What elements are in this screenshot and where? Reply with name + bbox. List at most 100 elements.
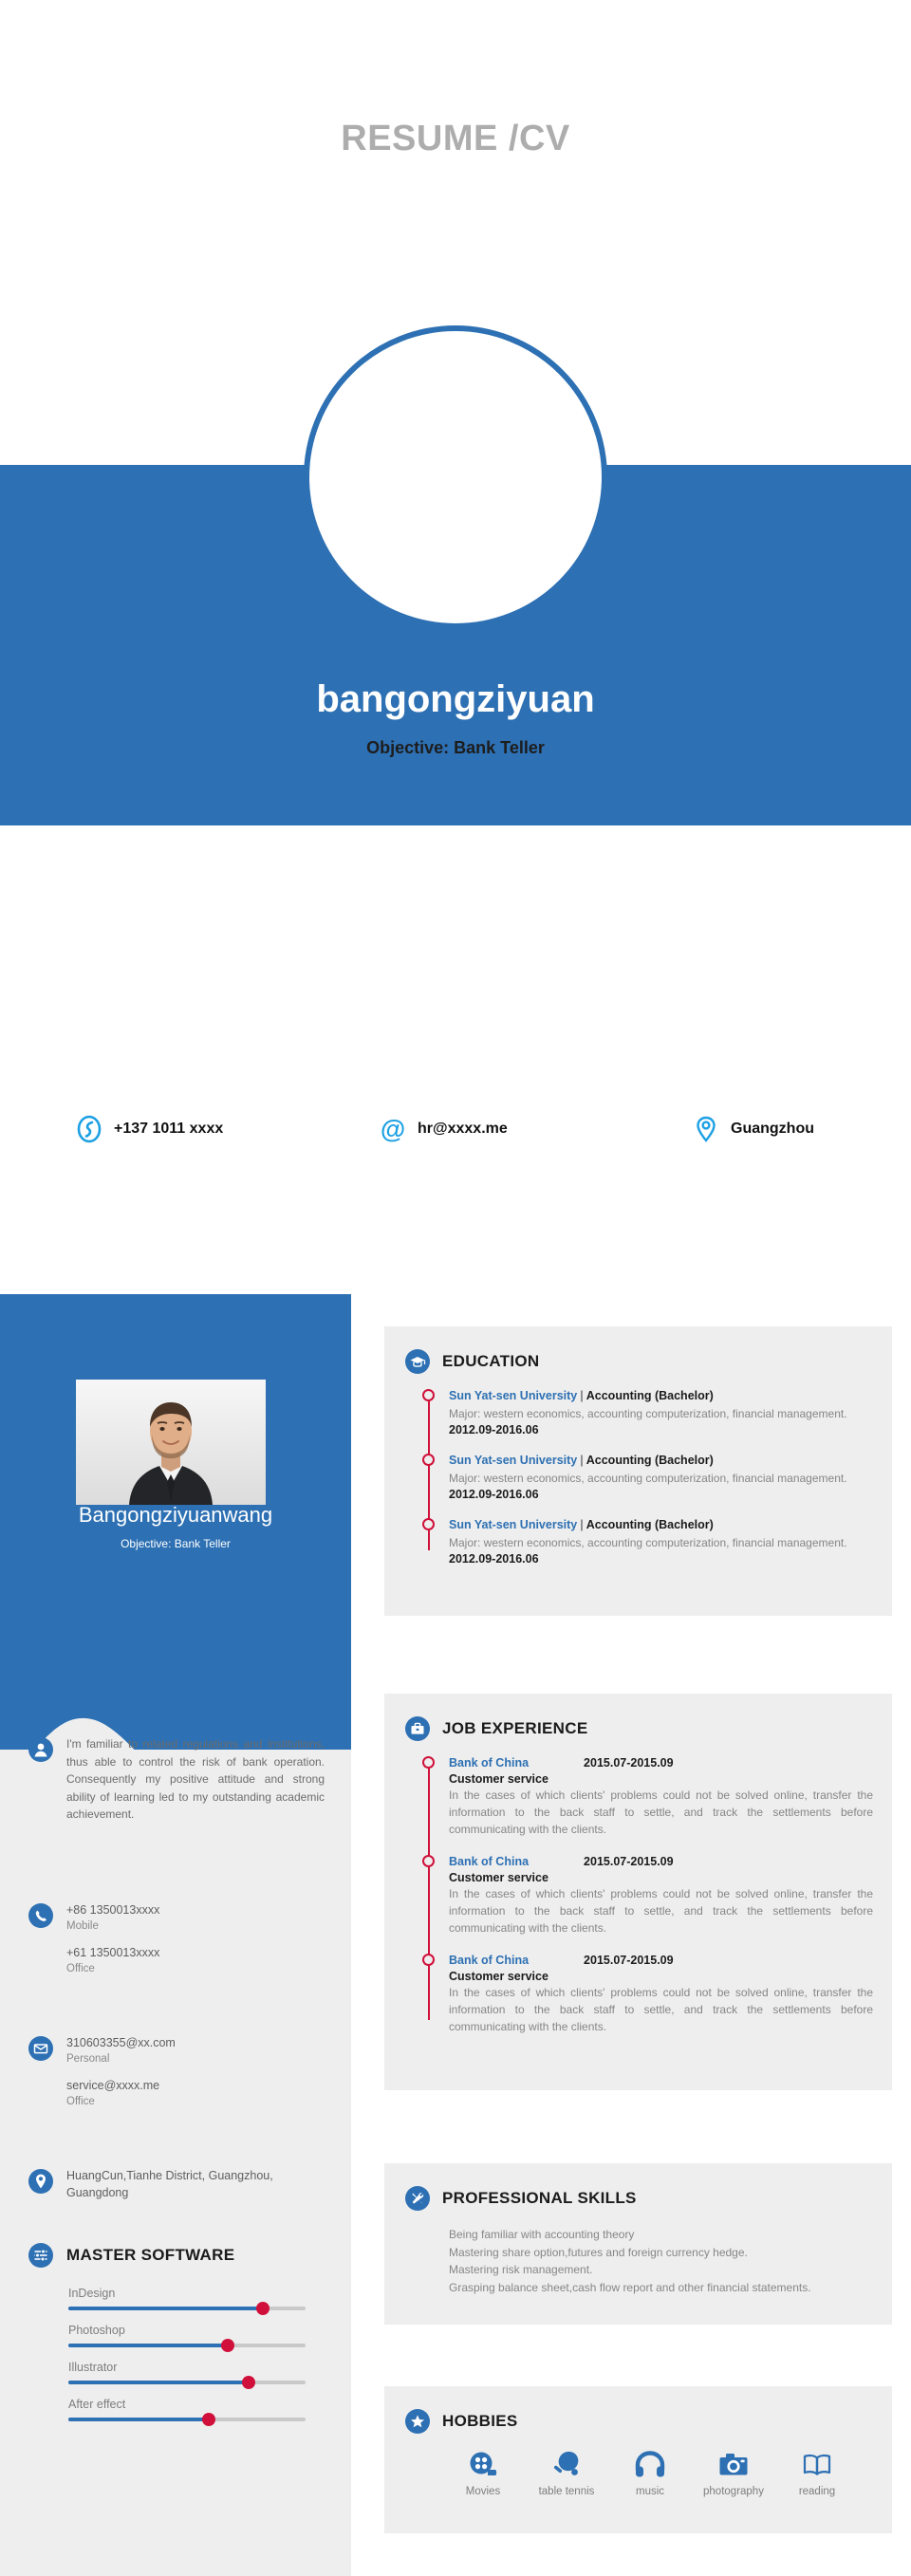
contact-email-value: hr@xxxx.me — [418, 1121, 508, 1137]
education-description: Major: western economics, accounting com… — [449, 1407, 847, 1420]
job-company: Bank of China — [449, 1756, 530, 1770]
sidebar: Bangongziyuanwang Objective: Bank Teller… — [0, 1294, 351, 2576]
skill-item: InDesign — [68, 2287, 306, 2315]
mail-icon — [28, 2036, 53, 2061]
hobby-label: photography — [703, 2486, 764, 2497]
contact-location[interactable]: Guangzhou — [693, 1115, 864, 1143]
education-date: 2012.09-2016.06 — [449, 1423, 539, 1436]
skill-knob — [242, 2376, 255, 2389]
job-item: Bank of China 2015.07-2015.09 Customer se… — [422, 1853, 873, 1937]
contact-phone-value: +137 1011 xxxx — [114, 1121, 224, 1137]
job-description: In the cases of which clients' problems … — [449, 1986, 873, 2033]
section-header-education: EDUCATION — [384, 1326, 892, 1374]
professional-skills-line: Being familiar with accounting theory — [449, 2228, 635, 2241]
job-experience-heading: JOB EXPERIENCE — [442, 1719, 588, 1737]
education-separator: | — [580, 1518, 584, 1531]
professional-skills-line: Mastering risk management. — [449, 2263, 593, 2277]
skill-label: Illustrator — [68, 2361, 118, 2374]
sidebar-phone-label-1: Mobile — [66, 1920, 99, 1933]
hobbies-list: Movies table tennis music photography re… — [441, 2449, 859, 2497]
sidebar-phone-label-2: Office — [66, 1962, 95, 1974]
contact-phone[interactable]: +137 1011 xxxx — [76, 1115, 380, 1143]
banner-objective: Objective: Bank Teller — [366, 738, 545, 757]
timeline-dot — [422, 1454, 435, 1466]
education-degree: Accounting (Bachelor) — [586, 1389, 714, 1402]
professional-skills-line: Mastering share option,futures and forei… — [449, 2245, 748, 2259]
film-reel-icon — [467, 2452, 499, 2485]
sidebar-statement-text: I'm familiar to related regulations and … — [66, 1737, 325, 1822]
skill-label: After effect — [68, 2398, 126, 2411]
sidebar-email-value-2: service@xxxx.me — [66, 2078, 160, 2092]
education-separator: | — [580, 1389, 584, 1402]
job-role: Customer service — [449, 1970, 548, 1983]
education-card: EDUCATION Sun Yat-sen University | Account… — [384, 1326, 892, 1616]
job-company: Bank of China — [449, 1855, 530, 1868]
sliders-icon — [28, 2243, 53, 2268]
education-school: Sun Yat-sen University — [449, 1389, 578, 1402]
sidebar-phone-value-2: +61 1350013xxxx — [66, 1945, 160, 1959]
hobby-item-reading: reading — [775, 2449, 859, 2497]
job-role: Customer service — [449, 1871, 548, 1884]
sidebar-objective: Objective: Bank Teller — [121, 1537, 231, 1550]
hobby-item-photography: photography — [692, 2449, 775, 2497]
section-header-hobbies: HOBBIES — [384, 2386, 892, 2434]
skill-track[interactable] — [68, 2413, 306, 2426]
book-icon — [801, 2454, 833, 2485]
section-header-professional-skills: PROFESSIONAL SKILLS — [384, 2163, 892, 2211]
briefcase-icon — [405, 1716, 430, 1741]
location-icon — [693, 1115, 719, 1143]
graduation-cap-icon — [405, 1349, 430, 1374]
professional-skills-card: PROFESSIONAL SKILLS Being familiar with … — [384, 2163, 892, 2325]
education-item: Sun Yat-sen University | Accounting (Bache… — [422, 1452, 873, 1501]
job-experience-card: JOB EXPERIENCE Bank of China 2015.07-2015… — [384, 1694, 892, 2090]
sidebar-email-label-1: Personal — [66, 2053, 110, 2066]
timeline-dot — [422, 1756, 435, 1769]
hobby-label: music — [635, 2486, 665, 2497]
skill-item: After effect — [68, 2398, 306, 2426]
skill-fill — [68, 2344, 228, 2347]
education-school: Sun Yat-sen University — [449, 1454, 578, 1467]
job-company: Bank of China — [449, 1954, 530, 1967]
hobby-label: reading — [798, 2486, 836, 2497]
sidebar-phone[interactable]: +86 1350013xxxx Mobile +61 1350013xxxx O… — [28, 1901, 325, 1977]
education-school: Sun Yat-sen University — [449, 1518, 578, 1531]
timeline-dot — [422, 1954, 435, 1966]
section-header-job-experience: JOB EXPERIENCE — [384, 1694, 892, 1741]
skill-fill — [68, 2307, 263, 2310]
profile-photo — [76, 1380, 266, 1505]
contact-email[interactable]: @ hr@xxxx.me — [380, 1115, 693, 1143]
sidebar-phone-value-1: +86 1350013xxxx — [66, 1903, 160, 1917]
sidebar-email[interactable]: 310603355@xx.com Personal service@xxxx.m… — [28, 2034, 325, 2110]
timeline-line — [428, 1762, 430, 2020]
job-experience-timeline: Bank of China 2015.07-2015.09 Customer se… — [422, 1754, 873, 2035]
skill-track[interactable] — [68, 2339, 306, 2352]
at-sign-icon: @ — [380, 1115, 406, 1143]
skill-knob — [201, 2413, 215, 2426]
phone-icon — [28, 1903, 53, 1928]
skill-knob — [220, 2339, 234, 2352]
skill-fill — [68, 2381, 249, 2384]
skill-item: Illustrator — [68, 2361, 306, 2389]
job-item: Bank of China 2015.07-2015.09 Customer se… — [422, 1952, 873, 2035]
master-software-heading: MASTER SOFTWARE — [66, 2246, 235, 2264]
contact-row: +137 1011 xxxx @ hr@xxxx.me Guangzhou — [76, 1115, 864, 1143]
timeline-dot — [422, 1855, 435, 1867]
hobby-item-movies: Movies — [441, 2449, 525, 2497]
education-item: Sun Yat-sen University | Accounting (Bache… — [422, 1387, 873, 1436]
education-degree: Accounting (Bachelor) — [586, 1454, 714, 1467]
contact-location-value: Guangzhou — [731, 1121, 814, 1137]
section-header-master-software: MASTER SOFTWARE — [28, 2243, 234, 2268]
job-date: 2015.07-2015.09 — [584, 1954, 674, 1967]
skill-track[interactable] — [68, 2376, 306, 2389]
master-software-list: InDesign Photoshop Illustrator After eff… — [68, 2287, 306, 2435]
skill-track[interactable] — [68, 2302, 306, 2315]
skill-label: Photoshop — [68, 2324, 125, 2337]
phone-icon — [76, 1115, 102, 1143]
ping-pong-icon — [550, 2451, 583, 2485]
page-title: RESUME /CV — [341, 119, 570, 158]
professional-skills-heading: PROFESSIONAL SKILLS — [442, 2189, 637, 2207]
skill-knob — [256, 2302, 270, 2315]
education-date: 2012.09-2016.06 — [449, 1488, 539, 1501]
education-description: Major: western economics, accounting com… — [449, 1472, 847, 1485]
sidebar-address: HuangCun,Tianhe District, Guangzhou, Gua… — [28, 2167, 325, 2201]
